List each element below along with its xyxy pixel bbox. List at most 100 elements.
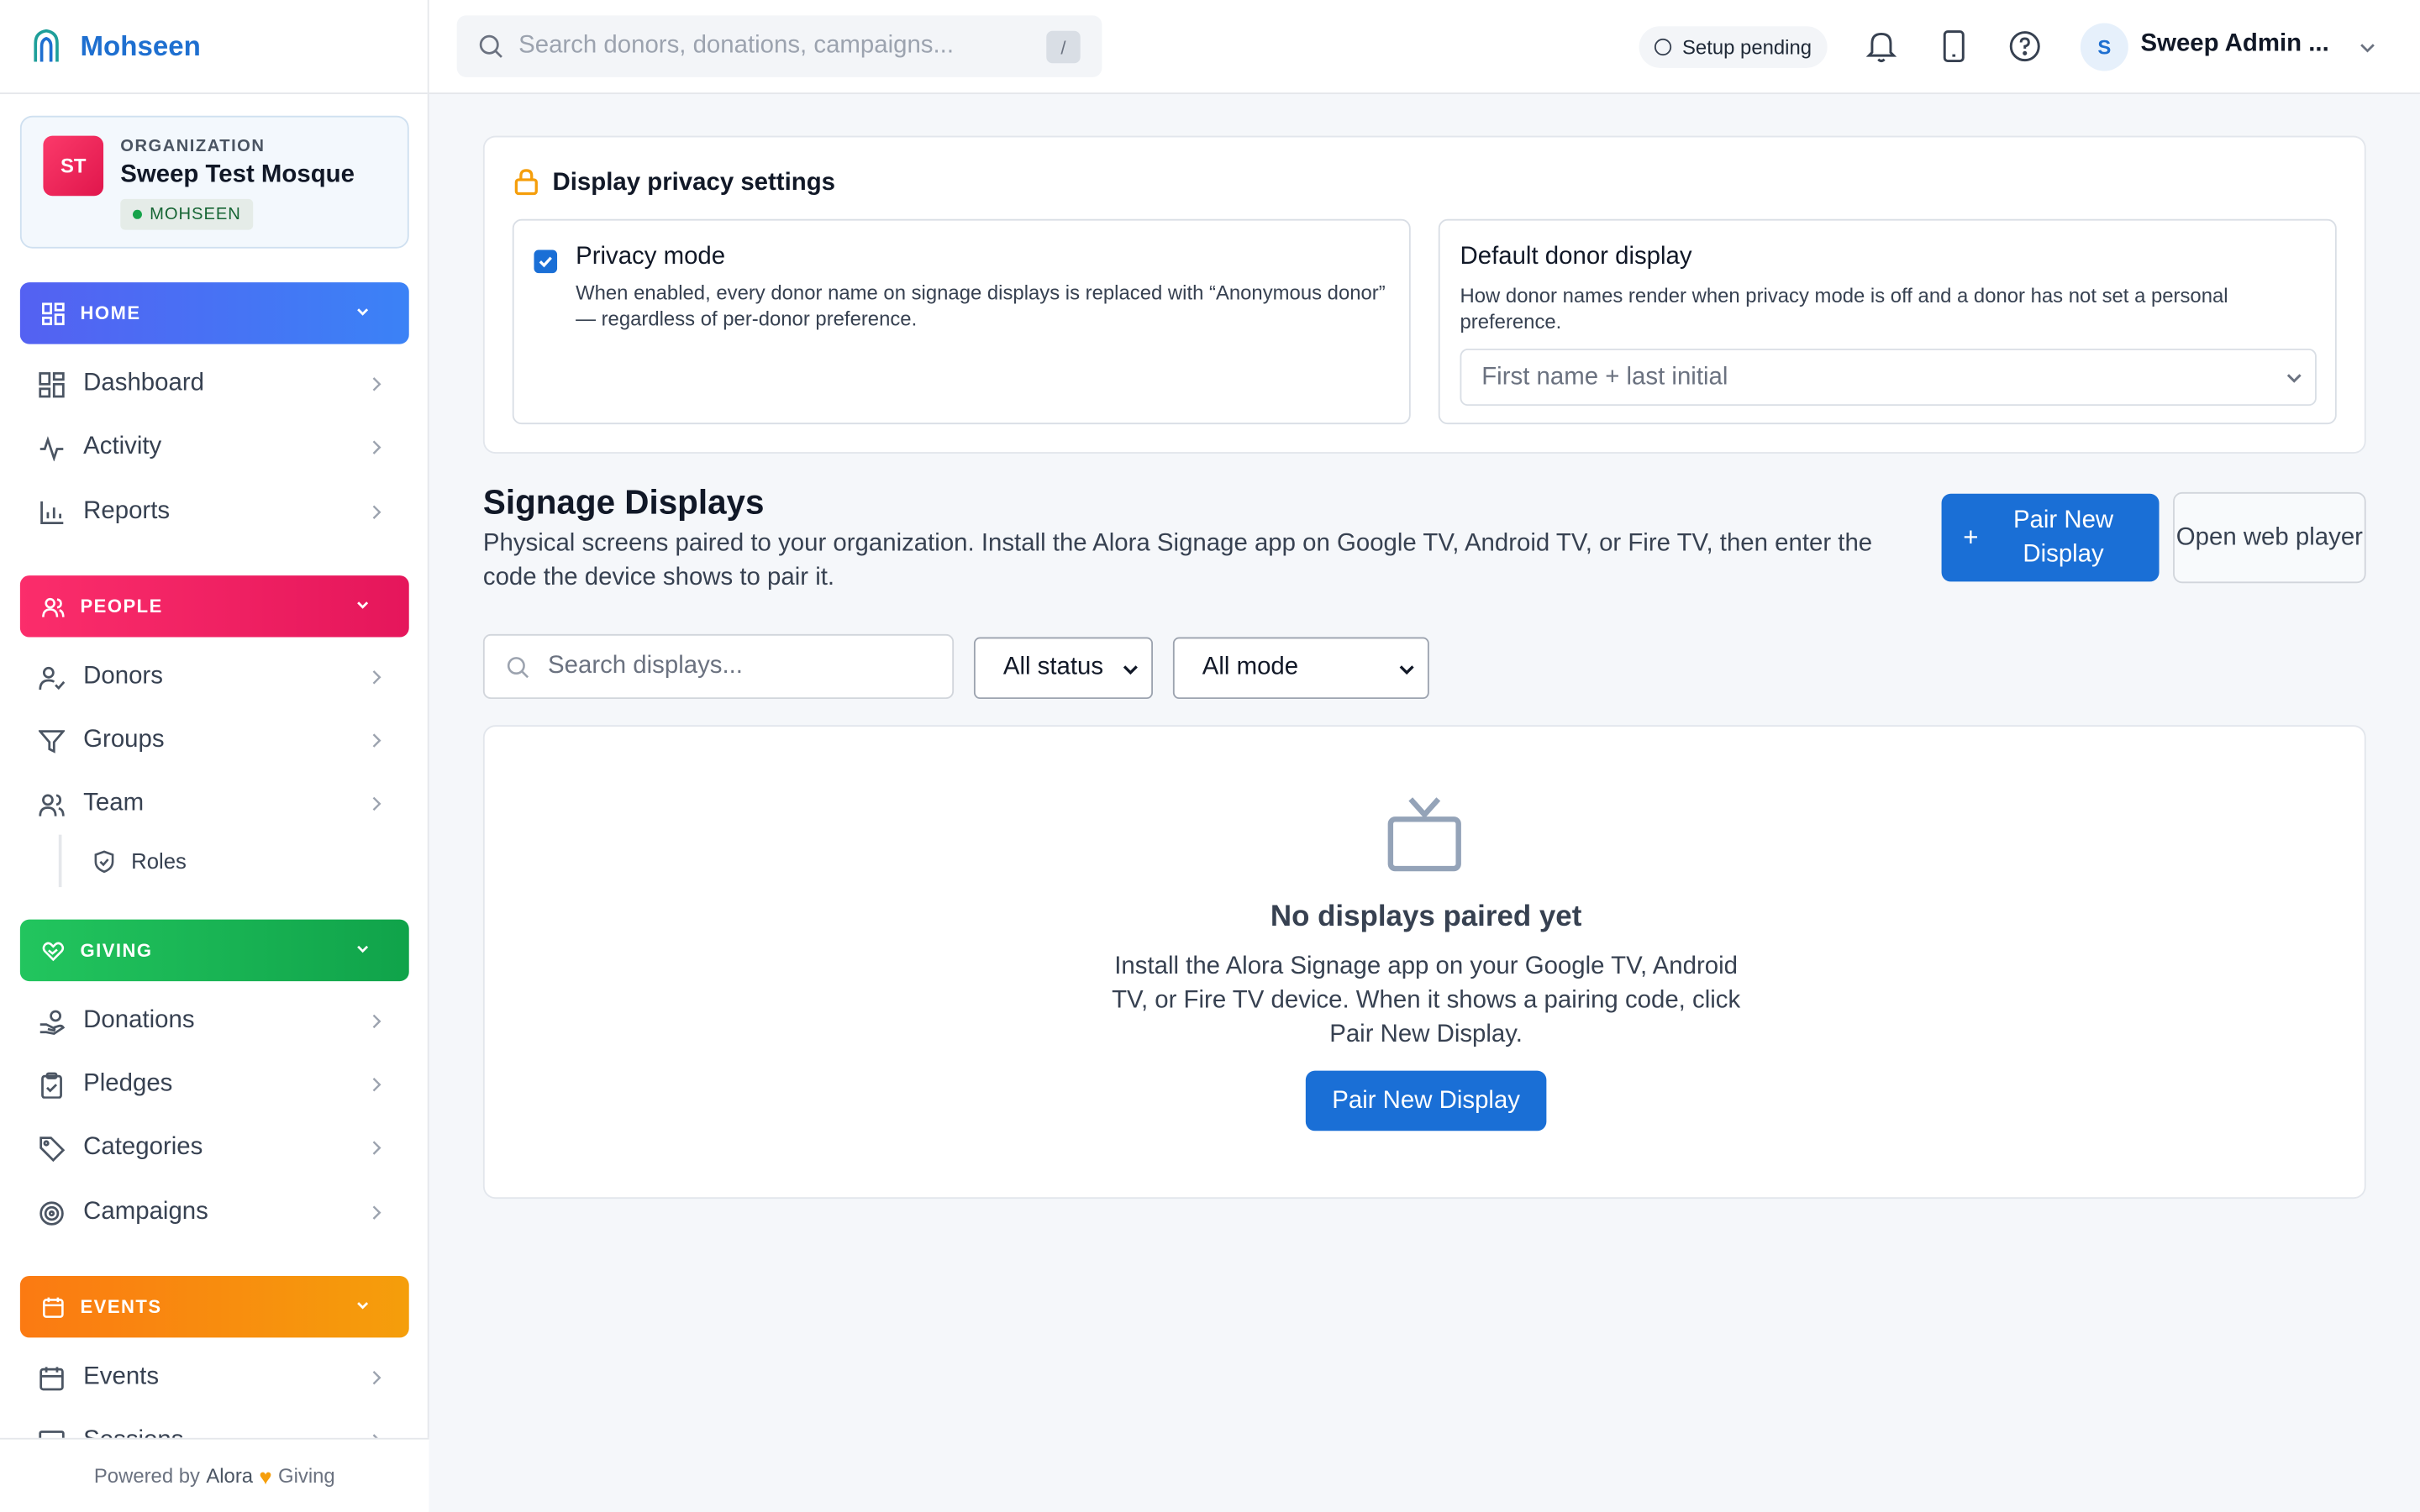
sidebar-item-donors[interactable]: Donors xyxy=(20,649,409,705)
default-donor-display-select[interactable]: First name + last initial xyxy=(1460,349,2317,407)
target-icon xyxy=(39,1200,64,1225)
privacy-mode-description: When enabled, every donor name on signag… xyxy=(576,281,1386,331)
chevron-right-icon xyxy=(372,733,381,748)
bell-icon[interactable] xyxy=(1865,29,1897,63)
user-name[interactable]: Sweep Admin ... xyxy=(2141,31,2329,59)
sidebar-item-activity[interactable]: Activity xyxy=(20,420,409,475)
pair-new-display-button[interactable]: + Pair New Display xyxy=(1941,493,2160,582)
sidebar-item-team[interactable]: Team xyxy=(20,776,409,832)
organization-name: Sweep Test Mosque xyxy=(120,161,355,189)
mode-filter-select[interactable]: All mode xyxy=(1172,637,1429,700)
sidebar-item-label: Donors xyxy=(83,663,163,690)
bar-chart-icon xyxy=(40,501,64,524)
sidebar-item-label: Events xyxy=(83,1363,160,1390)
help-circle-icon[interactable] xyxy=(2008,29,2042,63)
sidebar-item-groups[interactable]: Groups xyxy=(20,713,409,769)
heart-icon: ♥ xyxy=(259,1463,272,1488)
chevron-right-icon xyxy=(372,1205,381,1220)
mosque-logo-icon xyxy=(34,29,59,62)
user-avatar[interactable]: S xyxy=(2080,23,2128,71)
default-donor-display-description: How donor names render when privacy mode… xyxy=(1460,283,2228,333)
user-check-icon xyxy=(39,665,66,690)
privacy-mode-panel: Privacy mode When enabled, every donor n… xyxy=(512,218,1411,425)
sidebar-item-pledges[interactable]: Pledges xyxy=(20,1057,409,1112)
section-giving-label: GIVING xyxy=(80,939,153,962)
search-shortcut-key: / xyxy=(1046,30,1081,64)
sidebar: Mohseen ST ORGANIZATION Sweep Test Mosqu… xyxy=(0,0,429,1512)
chevron-right-icon xyxy=(372,505,381,519)
mode-filter-value: All mode xyxy=(1202,654,1299,680)
sidebar-item-label: Activity xyxy=(83,433,162,460)
empty-state-pair-button[interactable]: Pair New Display xyxy=(1305,1070,1547,1131)
chevron-right-icon xyxy=(372,1078,381,1092)
users-icon xyxy=(39,793,65,816)
global-search[interactable]: / xyxy=(456,15,1102,77)
sidebar-item-reports[interactable]: Reports xyxy=(20,485,409,540)
sidebar-subitem-label: Roles xyxy=(131,848,187,874)
sidebar-item-donations[interactable]: Donations xyxy=(20,994,409,1049)
sidebar-subitem-roles[interactable]: Roles xyxy=(58,834,187,888)
organization-card[interactable]: ST ORGANIZATION Sweep Test Mosque MOHSEE… xyxy=(19,115,409,249)
default-donor-display-label: Default donor display xyxy=(1460,244,1692,270)
section-people-label: PEOPLE xyxy=(80,595,163,617)
activity-icon xyxy=(39,435,64,461)
grid-icon xyxy=(42,302,65,325)
search-icon xyxy=(479,34,502,58)
calendar-icon xyxy=(39,1366,64,1390)
shield-icon xyxy=(94,849,114,873)
sidebar-item-label: Team xyxy=(83,790,145,816)
sidebar-item-label: Donations xyxy=(83,1007,195,1034)
sidebar-item-label: Groups xyxy=(83,727,165,753)
setup-status-badge[interactable]: Setup pending xyxy=(1639,26,1828,68)
footer-prefix: Powered by xyxy=(93,1464,200,1488)
empty-state-description: Install the Alora Signage app on your Go… xyxy=(1112,953,1741,1048)
chevron-right-icon xyxy=(372,1141,381,1155)
page-description: Physical screens paired to your organiza… xyxy=(482,530,1873,591)
users-icon xyxy=(42,596,65,617)
chevron-down-icon[interactable] xyxy=(2357,37,2379,59)
hand-coins-icon xyxy=(39,1009,66,1035)
default-donor-display-value: First name + last initial xyxy=(1481,363,1728,390)
footer-brand-giving: Giving xyxy=(278,1464,335,1488)
section-home[interactable]: HOME xyxy=(19,282,409,344)
privacy-mode-checkbox[interactable] xyxy=(534,249,558,274)
section-people[interactable]: PEOPLE xyxy=(19,575,409,638)
chevron-down-icon xyxy=(357,601,369,609)
sidebar-item-events[interactable]: Events xyxy=(20,1350,409,1405)
tag-icon xyxy=(39,1136,66,1162)
open-web-player-button[interactable]: Open web player xyxy=(2173,491,2366,584)
brand[interactable]: Mohseen xyxy=(0,0,428,95)
empty-state-card: No displays paired yet Install the Alora… xyxy=(482,725,2366,1200)
calendar-icon xyxy=(43,1296,64,1317)
chevron-right-icon xyxy=(372,1370,381,1385)
section-giving[interactable]: GIVING xyxy=(19,919,409,982)
status-filter-value: All status xyxy=(1002,654,1104,680)
chevron-down-icon xyxy=(2286,374,2302,383)
checkmark-icon xyxy=(539,256,552,268)
section-events[interactable]: EVENTS xyxy=(19,1275,409,1338)
page-title: Signage Displays xyxy=(482,482,765,522)
mobile-phone-icon[interactable] xyxy=(1940,29,1968,63)
global-search-input[interactable] xyxy=(518,32,1028,60)
tv-icon xyxy=(1387,797,1461,872)
footer-brand-alora: Alora xyxy=(206,1464,254,1488)
display-search[interactable] xyxy=(482,633,955,700)
clipboard-check-icon xyxy=(41,1071,62,1098)
search-icon xyxy=(507,656,529,678)
privacy-mode-label: Privacy mode xyxy=(576,244,726,270)
chevron-down-icon xyxy=(357,308,369,316)
status-filter-select[interactable]: All status xyxy=(973,637,1154,700)
sidebar-item-label: Reports xyxy=(83,498,171,525)
display-search-input[interactable] xyxy=(548,652,918,680)
chevron-down-icon xyxy=(1399,665,1414,675)
grid-icon xyxy=(39,371,65,397)
sidebar-item-dashboard[interactable]: Dashboard xyxy=(20,356,409,412)
status-dot xyxy=(132,209,142,219)
sidebar-item-label: Pledges xyxy=(83,1070,173,1097)
chevron-right-icon xyxy=(372,670,381,685)
heart-hand-icon xyxy=(42,941,65,961)
plus-icon: + xyxy=(1963,522,1979,552)
organization-badge-label: MOHSEEN xyxy=(150,205,241,224)
sidebar-item-categories[interactable]: Categories xyxy=(20,1120,409,1175)
sidebar-item-campaigns[interactable]: Campaigns xyxy=(20,1185,409,1241)
